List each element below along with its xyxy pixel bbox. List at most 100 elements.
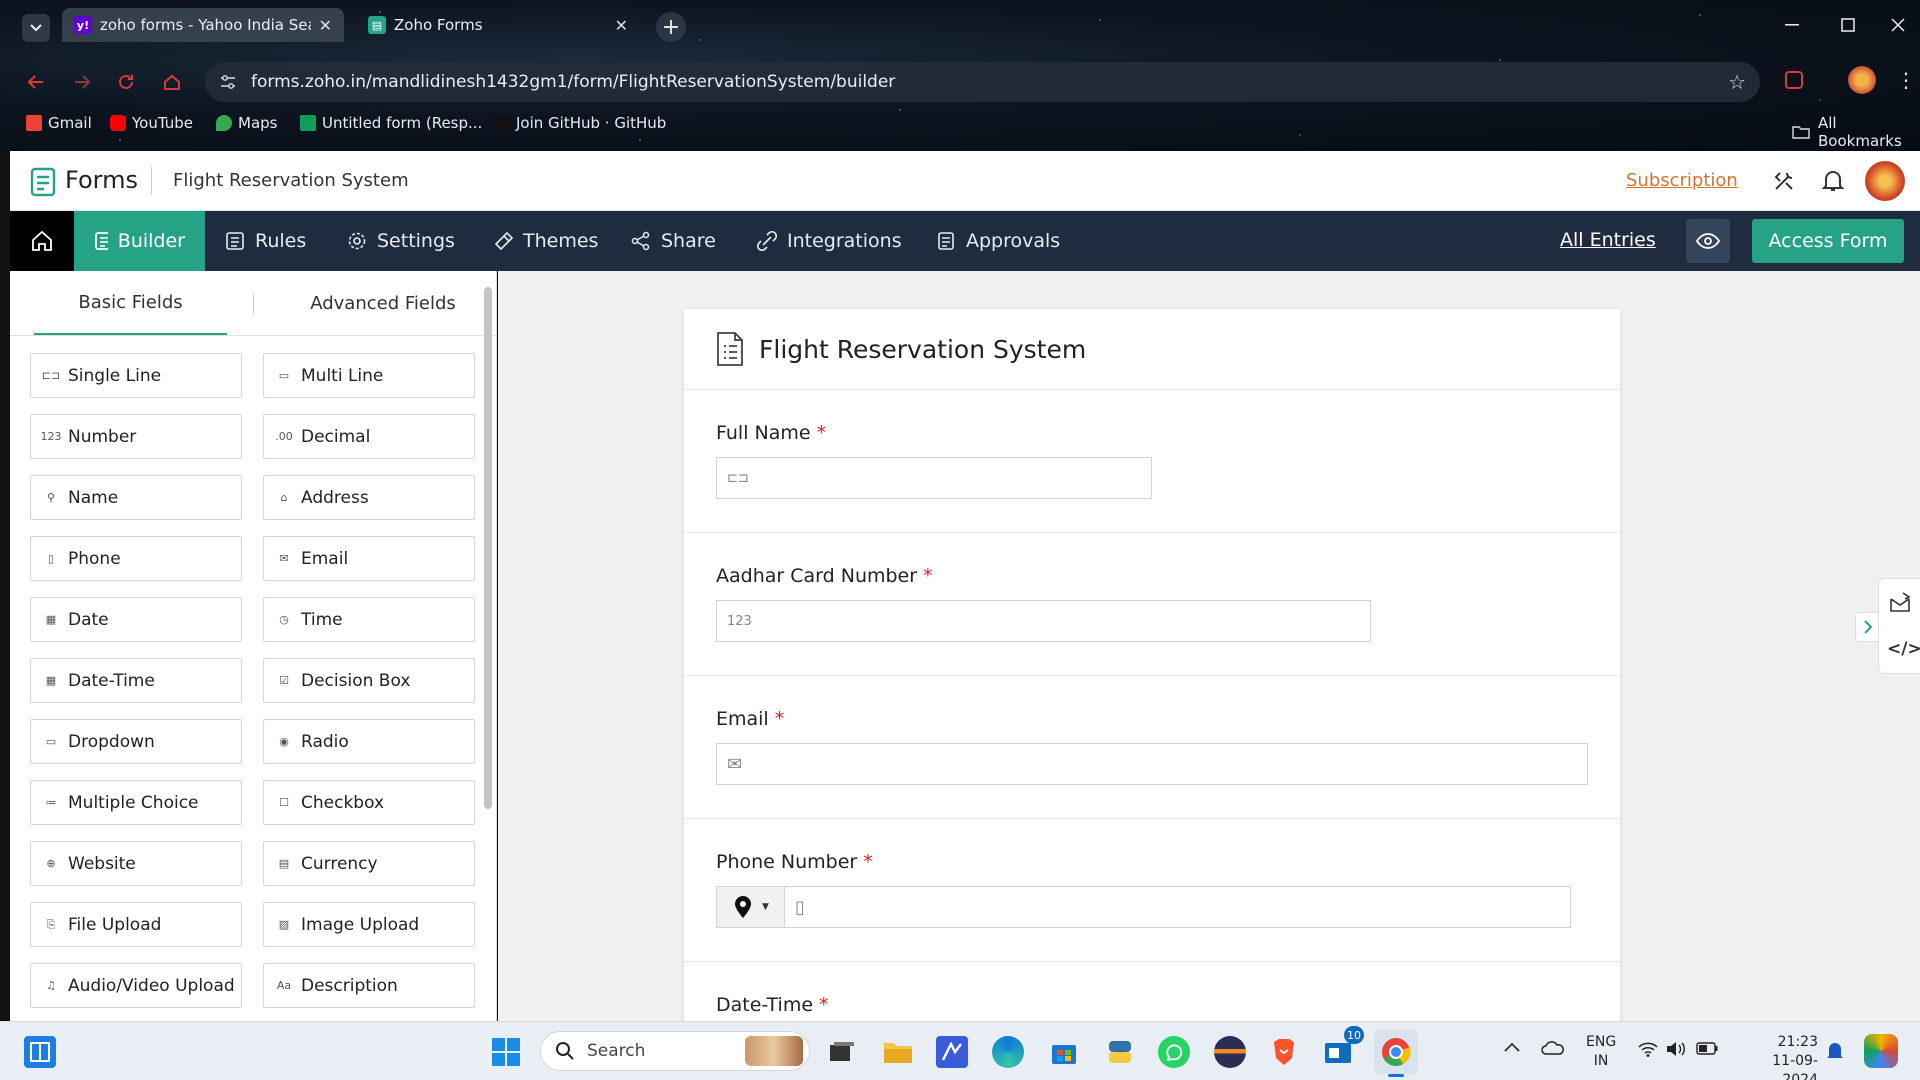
minimize-button[interactable] [1764, 0, 1820, 50]
form-title[interactable]: Flight Reservation System [759, 335, 1086, 364]
field-button-file-upload[interactable]: ⎘ File Upload [30, 902, 242, 947]
notification-bell-icon[interactable] [1822, 169, 1844, 193]
onedrive-icon[interactable] [1541, 1040, 1565, 1056]
user-avatar[interactable] [1865, 161, 1905, 201]
field-button-website[interactable]: ⊕ Website [30, 841, 242, 886]
subscription-link[interactable]: Subscription [1626, 170, 1738, 191]
new-tab-button[interactable]: + [656, 12, 686, 42]
expand-side-panel-button[interactable] [1855, 612, 1879, 642]
browser-tab-zoho-forms[interactable]: ▤ Zoho Forms ✕ [356, 8, 640, 42]
tab-search-button[interactable] [22, 14, 50, 42]
forward-icon[interactable] [68, 68, 96, 96]
tab-rules[interactable]: Rules [205, 211, 326, 271]
profile-avatar[interactable] [1848, 66, 1876, 94]
browser-menu-icon[interactable]: ⋮ [1896, 68, 1916, 92]
header-form-title[interactable]: Flight Reservation System [173, 170, 409, 191]
eclipse-icon[interactable] [1214, 1036, 1246, 1068]
battery-icon[interactable] [1696, 1042, 1718, 1055]
field-button-date-time[interactable]: ▦ Date-Time [30, 658, 242, 703]
field-button-dropdown[interactable]: ▭ Dropdown [30, 719, 242, 764]
question-full-name[interactable]: Full Name * ⊏⊐ [684, 389, 1620, 532]
country-code-selector[interactable]: ▼ [717, 887, 785, 927]
email-notification-icon[interactable] [1889, 591, 1915, 613]
field-button-decimal[interactable]: .00 Decimal [263, 414, 475, 459]
task-view-icon[interactable] [826, 1036, 858, 1068]
bookmark-maps[interactable]: Maps [216, 114, 277, 132]
field-button-name[interactable]: ⚲ Name [30, 475, 242, 520]
show-hidden-icons-chevron[interactable] [1504, 1042, 1520, 1052]
question-phone-number[interactable]: Phone Number * ▼ ▯ [684, 818, 1620, 961]
close-window-button[interactable] [1876, 0, 1920, 50]
edge-browser-icon[interactable] [992, 1036, 1024, 1068]
python-icon[interactable] [1104, 1036, 1136, 1068]
field-button-single-line[interactable]: ⊏⊐ Single Line [30, 353, 242, 398]
home-icon[interactable] [158, 68, 186, 96]
tab-advanced-fields[interactable]: Advanced Fields [273, 271, 493, 335]
chrome-browser-icon[interactable] [1374, 1030, 1418, 1077]
wifi-icon[interactable] [1638, 1041, 1658, 1057]
all-bookmarks[interactable]: All Bookmarks [1792, 114, 1920, 150]
tab-approvals[interactable]: Approvals [916, 211, 1080, 271]
outlook-icon[interactable]: 10 [1322, 1026, 1364, 1068]
access-form-button[interactable]: Access Form [1752, 219, 1904, 263]
notification-center-icon[interactable] [1826, 1040, 1844, 1062]
language-indicator[interactable]: ENG IN [1586, 1033, 1616, 1071]
tools-icon[interactable] [1772, 169, 1796, 193]
field-button-time[interactable]: ◷ Time [263, 597, 475, 642]
field-button-radio[interactable]: ◉ Radio [263, 719, 475, 764]
field-button-decision-box[interactable]: ☑ Decision Box [263, 658, 475, 703]
widgets-icon[interactable] [24, 1036, 56, 1068]
phone-input[interactable]: ▼ ▯ [716, 886, 1571, 928]
question-aadhar-card-number[interactable]: Aadhar Card Number * 123 [684, 532, 1620, 675]
bookmark-gmail[interactable]: Gmail [26, 114, 92, 132]
site-info-icon[interactable] [219, 74, 237, 90]
browser-tab-yahoo[interactable]: y! zoho forms - Yahoo India Search ✕ [62, 8, 344, 42]
tab-themes[interactable]: Themes [473, 211, 618, 271]
file-explorer-icon[interactable] [882, 1036, 914, 1068]
field-button-multiple-choice[interactable]: ≔ Multiple Choice [30, 780, 242, 825]
visual-studio-icon[interactable] [936, 1036, 968, 1068]
full-name-input[interactable]: ⊏⊐ [716, 457, 1152, 499]
tab-basic-fields[interactable]: Basic Fields [34, 271, 227, 335]
tab-settings[interactable]: Settings [327, 211, 475, 271]
question-date-time[interactable]: Date-Time * [684, 961, 1620, 1021]
volume-icon[interactable] [1666, 1041, 1686, 1057]
back-icon[interactable] [22, 68, 50, 96]
email-input[interactable]: ✉ [716, 743, 1588, 785]
scrollbar-thumb[interactable] [484, 287, 492, 809]
tab-integrations[interactable]: Integrations [737, 211, 922, 271]
zoho-forms-logo-icon[interactable] [30, 167, 56, 197]
address-bar[interactable]: forms.zoho.in/mandlidinesh1432gm1/form/F… [205, 62, 1760, 102]
app-logo-text[interactable]: Forms [65, 166, 138, 194]
reload-icon[interactable] [112, 68, 140, 96]
taskbar-search[interactable]: Search [540, 1031, 810, 1071]
windows-start-icon[interactable] [490, 1036, 522, 1068]
field-button-currency[interactable]: ▤ Currency [263, 841, 475, 886]
system-clock[interactable]: 21:23 11-09-2024 [1738, 1033, 1818, 1080]
preview-button[interactable] [1686, 219, 1730, 263]
fields-scrollbar[interactable] [484, 281, 492, 1021]
aadhar-number-input[interactable]: 123 [716, 600, 1371, 642]
bookmark-github[interactable]: Join GitHub · GitHub [494, 114, 666, 132]
question-email[interactable]: Email * ✉ [684, 675, 1620, 818]
microsoft-store-icon[interactable] [1048, 1036, 1080, 1068]
field-button-audio-video-upload[interactable]: ♫ Audio/Video Upload [30, 963, 242, 1008]
bookmark-untitled-form[interactable]: Untitled form (Resp... [300, 114, 482, 132]
field-button-checkbox[interactable]: ☐ Checkbox [263, 780, 475, 825]
whatsapp-icon[interactable] [1158, 1036, 1190, 1068]
field-button-phone[interactable]: ▯ Phone [30, 536, 242, 581]
maximize-button[interactable] [1820, 0, 1876, 50]
field-button-number[interactable]: 123 Number [30, 414, 242, 459]
field-button-description[interactable]: Aa Description [263, 963, 475, 1008]
close-tab-icon[interactable]: ✕ [615, 16, 628, 35]
copilot-icon[interactable] [1864, 1034, 1898, 1068]
bookmark-youtube[interactable]: YouTube [110, 114, 193, 132]
field-button-multi-line[interactable]: ▭ Multi Line [263, 353, 475, 398]
home-button[interactable] [10, 211, 74, 271]
field-button-image-upload[interactable]: ▨ Image Upload [263, 902, 475, 947]
tab-builder[interactable]: Builder [74, 211, 205, 271]
field-button-address[interactable]: ⌂ Address [263, 475, 475, 520]
extension-icon[interactable] [1782, 68, 1806, 92]
all-entries-link[interactable]: All Entries [1560, 229, 1656, 251]
close-tab-icon[interactable]: ✕ [319, 16, 332, 35]
